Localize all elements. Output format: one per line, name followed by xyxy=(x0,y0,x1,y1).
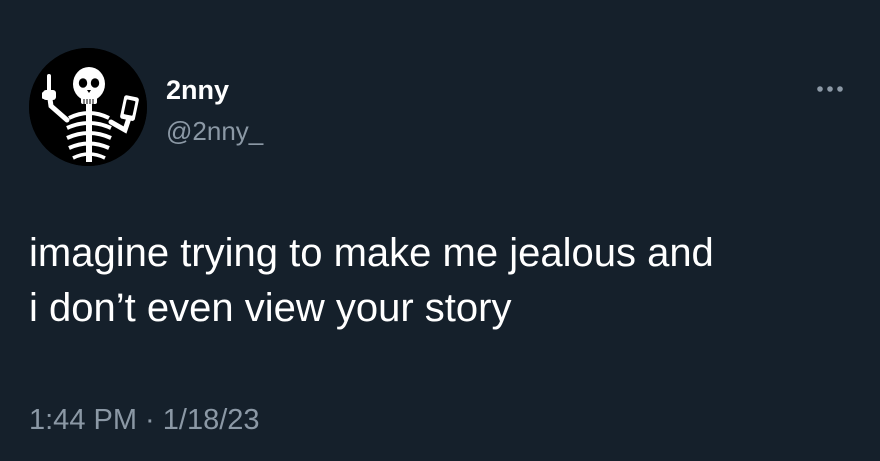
tweet-text: imagine trying to make me jealous and i … xyxy=(29,226,859,336)
tweet-timestamp[interactable]: 1:44 PM · 1/18/23 xyxy=(29,402,260,438)
avatar[interactable] xyxy=(29,48,147,166)
tweet-text-line-1: imagine trying to make me jealous and xyxy=(29,231,714,275)
more-options-icon xyxy=(817,86,843,92)
tweet-text-line-2: i don’t even view your story xyxy=(29,286,512,330)
user-handle[interactable]: @2nny_ xyxy=(166,115,263,147)
more-options-button[interactable] xyxy=(812,78,852,100)
tweet-card: 2nny @2nny_ imagine trying to make me je… xyxy=(0,0,880,461)
display-name[interactable]: 2nny xyxy=(166,74,229,106)
skeleton-middle-finger-icon xyxy=(29,48,147,166)
